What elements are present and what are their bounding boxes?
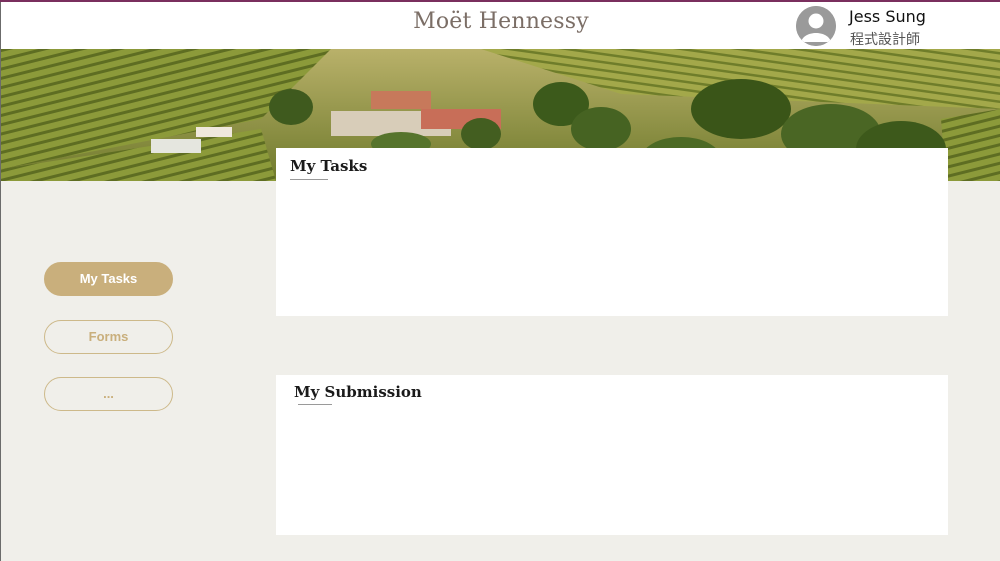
sidebar-item-forms[interactable]: Forms bbox=[44, 320, 173, 354]
my-submission-panel: My Submission bbox=[276, 375, 948, 535]
sidebar-item-my-tasks[interactable]: My Tasks bbox=[44, 262, 173, 296]
user-role: 程式設計師 bbox=[850, 32, 920, 48]
my-submission-title: My Submission bbox=[294, 383, 422, 401]
title-underline bbox=[298, 404, 332, 405]
user-avatar-icon[interactable] bbox=[796, 6, 836, 46]
title-underline bbox=[290, 179, 328, 180]
my-tasks-title: My Tasks bbox=[290, 157, 368, 175]
sidebar-item-more[interactable]: ... bbox=[44, 377, 173, 411]
app-header: Moët Hennessy Jess Sung 程式設計師 bbox=[1, 2, 1000, 49]
my-tasks-panel: My Tasks bbox=[276, 148, 948, 316]
user-name: Jess Sung bbox=[849, 7, 926, 26]
